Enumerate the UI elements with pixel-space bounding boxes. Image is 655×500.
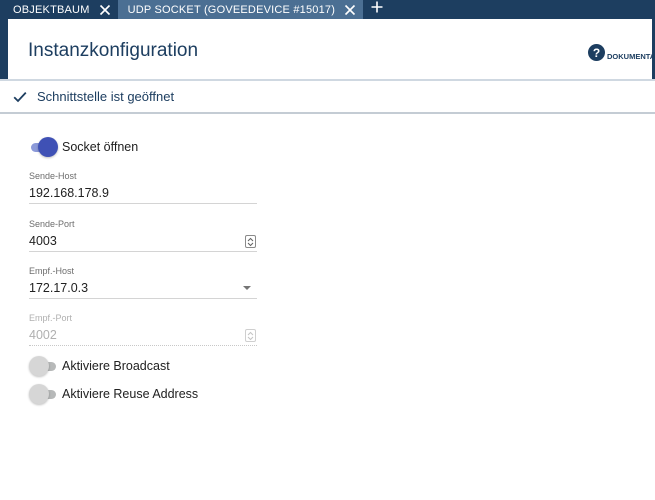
check-icon (13, 91, 27, 103)
number-stepper[interactable] (245, 235, 256, 248)
recv-host-value: 172.17.0.3 (29, 281, 89, 295)
frame-edge-left (0, 19, 8, 79)
recv-port-field: Empf.-Port 4002 (29, 313, 257, 346)
broadcast-switch[interactable] (29, 356, 57, 376)
send-host-label: Sende-Host (29, 171, 77, 181)
send-port-field[interactable]: Sende-Port 4003 (29, 219, 257, 252)
documentation-link[interactable]: ? DOKUMENTAT (588, 44, 655, 61)
status-bar: Schnittstelle ist geöffnet (0, 79, 655, 114)
recv-port-label: Empf.-Port (29, 313, 73, 323)
page-title: Instanzkonfiguration (28, 40, 199, 61)
field-underline (29, 251, 257, 252)
add-tab-button[interactable] (363, 0, 391, 19)
tab-label: OBJEKTBAUM (13, 3, 90, 16)
switch-knob (29, 356, 49, 376)
send-port-label: Sende-Port (29, 219, 75, 229)
send-port-input[interactable]: 4003 (29, 231, 257, 251)
tab-udp-socket[interactable]: UDP SOCKET (GOVEEDEVICE #15017) (117, 0, 364, 19)
recv-host-label: Empf.-Host (29, 266, 75, 276)
recv-host-select[interactable]: 172.17.0.3 (29, 278, 257, 298)
field-underline (29, 345, 257, 346)
socket-open-label: Socket öffnen (62, 140, 139, 154)
tab-label: UDP SOCKET (GOVEEDEVICE #15017) (127, 3, 336, 16)
socket-open-toggle-row[interactable]: Socket öffnen (29, 137, 138, 157)
plus-icon (370, 0, 384, 19)
number-stepper (245, 329, 256, 342)
broadcast-label: Aktiviere Broadcast (62, 359, 170, 373)
reuse-address-switch[interactable] (29, 384, 57, 404)
chevron-down-icon (243, 286, 251, 290)
send-port-value: 4003 (29, 234, 57, 248)
broadcast-toggle-row[interactable]: Aktiviere Broadcast (29, 356, 170, 376)
status-text: Schnittstelle ist geöffnet (37, 89, 175, 104)
send-host-input[interactable]: 192.168.178.9 (29, 183, 257, 203)
recv-port-value: 4002 (29, 328, 57, 342)
help-icon: ? (588, 44, 605, 61)
socket-open-switch[interactable] (29, 137, 58, 157)
tab-objektbaum[interactable]: OBJEKTBAUM (0, 0, 118, 19)
tab-bar: OBJEKTBAUM UDP SOCKET (GOVEEDEVICE #1501… (0, 0, 655, 19)
close-icon[interactable] (98, 3, 112, 17)
field-underline (29, 298, 257, 299)
documentation-label: DOKUMENTAT (607, 51, 655, 61)
close-icon[interactable] (343, 3, 357, 17)
switch-knob (38, 137, 58, 157)
recv-port-input: 4002 (29, 325, 257, 345)
field-underline (29, 203, 257, 204)
recv-host-field[interactable]: Empf.-Host 172.17.0.3 (29, 266, 257, 299)
reuse-address-toggle-row[interactable]: Aktiviere Reuse Address (29, 384, 198, 404)
switch-knob (29, 384, 49, 404)
reuse-address-label: Aktiviere Reuse Address (62, 387, 199, 401)
page-header: Instanzkonfiguration ? DOKUMENTAT (8, 27, 655, 77)
send-host-field[interactable]: Sende-Host 192.168.178.9 (29, 171, 257, 204)
